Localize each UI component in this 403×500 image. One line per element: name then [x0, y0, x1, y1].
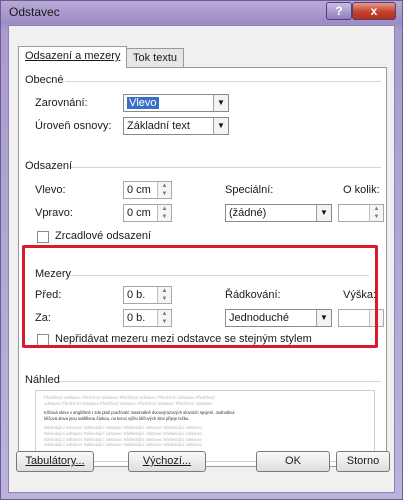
general-section-title: Obecné [25, 74, 64, 86]
outline-level-select[interactable]: Základní text ▼ [123, 117, 229, 135]
chevron-down-icon: ▼ [161, 191, 168, 197]
help-button[interactable]: ? [326, 2, 352, 20]
tab-line-and-page-breaks[interactable]: Tok textu [126, 48, 185, 68]
preview-section-title: Náhled [25, 374, 60, 386]
indent-left-label: Vlevo: [35, 184, 66, 196]
special-value: (žádné) [229, 207, 267, 219]
preview-sample-text: Klíčová slova v angličtině I zde platí p… [44, 410, 366, 421]
alignment-select[interactable]: Vlevo ▼ [123, 94, 229, 112]
chevron-up-icon: ▲ [373, 311, 380, 317]
indent-right-stepper[interactable]: 0 cm ▲ ▼ [123, 204, 172, 222]
paragraph-dialog: Odstavec ? x Odsazení a mezery Tok textu… [0, 0, 403, 500]
chevron-down-icon: ▼ [161, 319, 168, 325]
chevron-down-icon: ▼ [213, 118, 228, 134]
tab-label: Tok textu [133, 52, 178, 64]
chevron-down-icon: ▼ [213, 95, 228, 111]
indent-right-value: 0 cm [127, 207, 151, 219]
tab-indents-and-spacing[interactable]: Odsazení a mezery [18, 46, 128, 68]
chevron-up-icon: ▲ [161, 206, 168, 212]
alignment-label: Zarovnání: [35, 97, 88, 109]
tab-panel: Obecné Zarovnání: Vlevo ▼ Úroveň osnovy:… [18, 67, 387, 467]
spacing-before-value: 0 b. [127, 289, 146, 301]
indentation-section-title: Odsazení [25, 160, 73, 172]
mirror-indents-checkbox[interactable] [37, 231, 49, 243]
preview-sample-line: klíčová slova jsou oddělena čárkou, na k… [44, 415, 190, 421]
dialog-client-area: Odsazení a mezery Tok textu Obecné Zarov… [8, 25, 395, 493]
line-spacing-at-label: Výška: [343, 289, 377, 301]
special-label: Speciální: [225, 184, 274, 196]
preview-after-line: Následující odstavec Následující odstave… [44, 442, 203, 448]
chevron-up-icon: ▲ [161, 288, 168, 294]
spacing-after-value: 0 b. [127, 312, 146, 324]
preview-sample-line: Klíčová slova v angličtině I zde platí p… [44, 410, 235, 416]
section-divider [71, 167, 381, 168]
stepper-buttons[interactable]: ▲ ▼ [157, 287, 171, 303]
chevron-up-icon: ▲ [373, 206, 380, 212]
spacing-section-title: Mezery [35, 268, 72, 280]
stepper-buttons[interactable]: ▲ ▼ [157, 182, 171, 198]
spacing-after-stepper[interactable]: 0 b. ▲ ▼ [123, 309, 172, 327]
chevron-down-icon: ▼ [161, 214, 168, 220]
special-select[interactable]: (žádné) ▼ [225, 204, 332, 222]
cancel-button-label: Storno [346, 455, 380, 467]
set-as-default-button-label: Výchozí... [142, 455, 192, 467]
spacing-before-label: Před: [35, 289, 62, 301]
ok-button-label: OK [285, 455, 301, 467]
chevron-up-icon: ▲ [161, 183, 168, 189]
line-spacing-value: Jednoduché [229, 312, 289, 324]
chevron-down-icon: ▼ [161, 296, 168, 302]
line-spacing-select[interactable]: Jednoduché ▼ [225, 309, 332, 327]
chevron-down-icon: ▼ [316, 310, 331, 326]
cancel-button[interactable]: Storno [336, 451, 390, 472]
title-bar[interactable]: Odstavec ? x [1, 1, 402, 25]
section-divider [65, 81, 381, 82]
line-spacing-at-stepper[interactable]: ▲ ▼ [338, 309, 384, 327]
tabs-button[interactable]: Tabulátory... [16, 451, 94, 472]
section-divider [69, 275, 369, 276]
alignment-value: Vlevo [127, 97, 159, 109]
indent-left-stepper[interactable]: 0 cm ▲ ▼ [123, 181, 172, 199]
line-spacing-label: Řádkování: [225, 289, 281, 301]
ok-button[interactable]: OK [256, 451, 330, 472]
outline-level-label: Úroveň osnovy: [35, 120, 112, 132]
close-button[interactable]: x [352, 2, 396, 20]
preview-before-line: odstavec Předchozí odstavec Předchozí od… [44, 400, 213, 406]
indent-left-value: 0 cm [127, 184, 151, 196]
stepper-buttons[interactable]: ▲ ▼ [157, 205, 171, 221]
indent-right-label: Vpravo: [35, 207, 73, 219]
mirror-indents-label: Zrcadlové odsazení [55, 230, 151, 242]
no-space-same-style-label: Nepřidávat mezeru mezi odstavce se stejn… [55, 333, 312, 345]
no-space-same-style-checkbox[interactable] [37, 334, 49, 346]
chevron-up-icon: ▲ [161, 311, 168, 317]
indent-by-stepper[interactable]: ▲ ▼ [338, 204, 384, 222]
chevron-down-icon: ▼ [373, 319, 380, 325]
section-divider [59, 381, 381, 382]
stepper-buttons[interactable]: ▲ ▼ [157, 310, 171, 326]
stepper-buttons[interactable]: ▲ ▼ [369, 205, 383, 221]
stepper-buttons[interactable]: ▲ ▼ [369, 310, 383, 326]
chevron-down-icon: ▼ [373, 214, 380, 220]
outline-level-value: Základní text [127, 120, 190, 132]
indent-by-label: O kolik: [343, 184, 380, 196]
tab-label: Odsazení a mezery [25, 50, 121, 62]
tabs-button-label: Tabulátory... [25, 455, 85, 467]
chevron-down-icon: ▼ [316, 205, 331, 221]
spacing-after-label: Za: [35, 312, 51, 324]
dialog-title: Odstavec [9, 5, 60, 19]
spacing-before-stepper[interactable]: 0 b. ▲ ▼ [123, 286, 172, 304]
set-as-default-button[interactable]: Výchozí... [128, 451, 206, 472]
